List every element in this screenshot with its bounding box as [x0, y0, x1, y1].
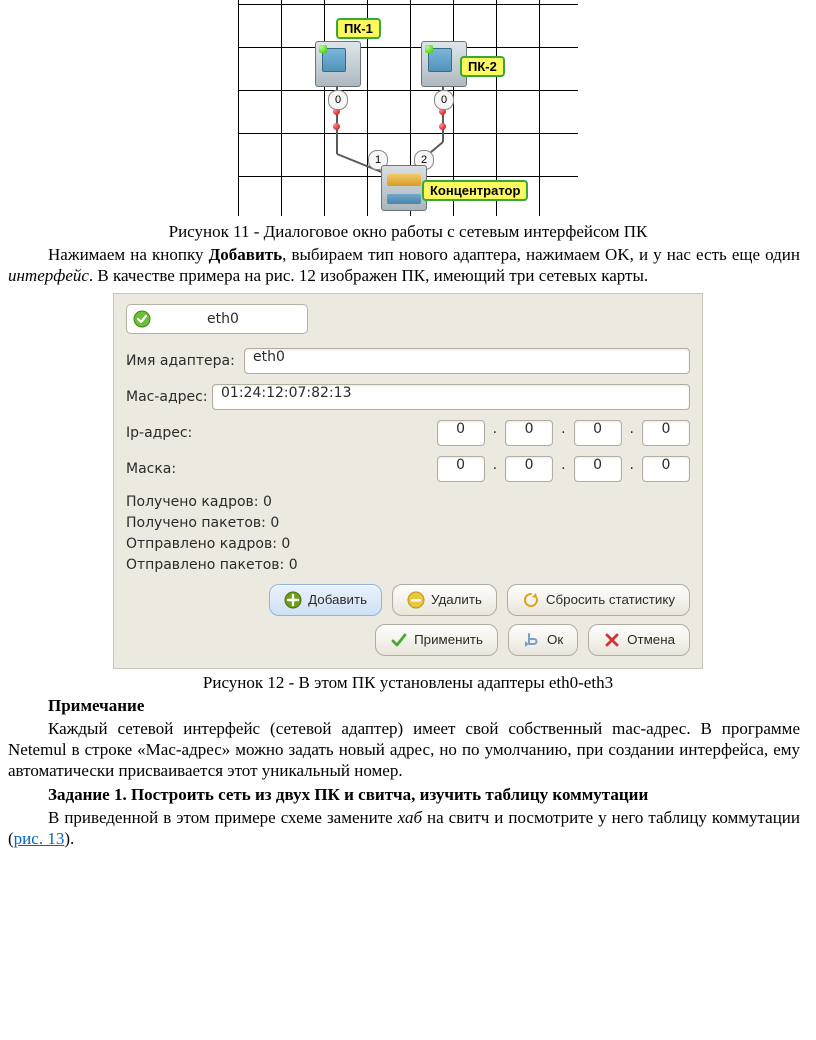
cancel-icon [603, 631, 621, 649]
interface-dialog: eth0 Имя адаптера: eth0 Mac-адрес: 01:24… [113, 293, 703, 669]
port-number-badge: 0 [328, 90, 348, 110]
check-icon [390, 631, 408, 649]
pc-2-label: ПК-2 [460, 56, 505, 77]
hub-node [381, 165, 427, 211]
ip-separator: · [628, 425, 636, 441]
italic-text: хаб [398, 808, 422, 827]
button-label: Добавить [308, 592, 367, 607]
text: Нажимаем на кнопку [48, 245, 209, 264]
ok-icon [523, 631, 541, 649]
task-paragraph: В приведенной в этом примере схеме замен… [8, 807, 800, 850]
bold-text: Добавить [209, 245, 283, 264]
text: В приведенной в этом примере схеме замен… [48, 808, 398, 827]
mask-label: Маска: [126, 461, 244, 477]
adapter-name-label: Имя адаптера: [126, 353, 244, 369]
reset-stats-button[interactable]: Сбросить статистику [507, 584, 690, 616]
mask-octet-field[interactable]: 0 [505, 456, 553, 482]
stat-frames-received: Получено кадров: 0 [126, 492, 690, 513]
ok-button[interactable]: Ок [508, 624, 578, 656]
button-label: Применить [414, 632, 483, 647]
connection-dot-icon [439, 123, 446, 130]
ip-octet-field[interactable]: 0 [574, 420, 622, 446]
adapter-name-field[interactable]: eth0 [244, 348, 690, 374]
text: ). [64, 829, 74, 848]
stat-packets-received: Получено пакетов: 0 [126, 513, 690, 534]
refresh-icon [522, 591, 540, 609]
figure-13-link[interactable]: рис. 13 [14, 829, 65, 848]
stat-packets-sent: Отправлено пакетов: 0 [126, 555, 690, 576]
paragraph-add-adapter: Нажимаем на кнопку Добавить, выбираем ти… [8, 244, 800, 287]
pc-1-node [315, 41, 361, 87]
check-icon [131, 308, 153, 330]
bold-text: Примечание [48, 696, 144, 715]
mask-octet-field[interactable]: 0 [574, 456, 622, 482]
mask-octet-field[interactable]: 0 [642, 456, 690, 482]
mask-octet-field[interactable]: 0 [437, 456, 485, 482]
task-heading: Задание 1. Построить сеть из двух ПК и с… [8, 784, 800, 805]
pc-1-label: ПК-1 [336, 18, 381, 39]
connection-dot-icon [333, 123, 340, 130]
apply-button[interactable]: Применить [375, 624, 498, 656]
ip-octet-field[interactable]: 0 [642, 420, 690, 446]
adapter-tab[interactable]: eth0 [126, 304, 308, 334]
ip-separator: · [559, 425, 567, 441]
port-number-badge: 0 [434, 90, 454, 110]
minus-circle-icon [407, 591, 425, 609]
text: . В качестве примера на рис. 12 изображе… [89, 266, 648, 285]
ip-separator: · [628, 461, 636, 477]
mac-address-field[interactable]: 01:24:12:07:82:13 [212, 384, 690, 410]
plus-circle-icon [284, 591, 302, 609]
note-paragraph: Каждый сетевой интерфейс (сетевой адапте… [8, 718, 800, 782]
cancel-button[interactable]: Отмена [588, 624, 690, 656]
note-heading: Примечание [8, 695, 800, 716]
stat-frames-sent: Отправлено кадров: 0 [126, 534, 690, 555]
button-label: Ок [547, 632, 563, 647]
delete-button[interactable]: Удалить [392, 584, 497, 616]
figure-12-caption: Рисунок 12 - В этом ПК установлены адапт… [0, 673, 816, 693]
status-led-icon [425, 45, 433, 53]
button-label: Удалить [431, 592, 482, 607]
mac-address-label: Mac-адрес: [126, 389, 212, 405]
ip-separator: · [559, 461, 567, 477]
cursor-overlay: Добавить [269, 584, 382, 616]
ip-octet-field[interactable]: 0 [437, 420, 485, 446]
italic-text: интерфейс [8, 266, 89, 285]
bold-text: Задание 1. Построить сеть из двух ПК и с… [48, 785, 648, 804]
figure-11-caption: Рисунок 11 - Диалоговое окно работы с се… [0, 222, 816, 242]
status-led-icon [319, 45, 327, 53]
ip-separator: · [491, 425, 499, 441]
add-button[interactable]: Добавить [269, 584, 382, 616]
ip-address-label: Ip-адрес: [126, 425, 244, 441]
figure-11-network-diagram: ПК-1 ПК-2 0 0 1 2 Концентратор [238, 0, 578, 216]
ip-address-group: 0 · 0 · 0 · 0 [437, 420, 690, 446]
text: , выбираем тип нового адаптера, нажимаем… [282, 245, 800, 264]
ip-octet-field[interactable]: 0 [505, 420, 553, 446]
stats-block: Получено кадров: 0 Получено пакетов: 0 О… [126, 492, 690, 576]
adapter-tab-label: eth0 [157, 311, 307, 327]
hub-label: Концентратор [422, 180, 528, 201]
ip-separator: · [491, 461, 499, 477]
button-label: Сбросить статистику [546, 592, 675, 607]
button-label: Отмена [627, 632, 675, 647]
mask-group: 0 · 0 · 0 · 0 [437, 456, 690, 482]
